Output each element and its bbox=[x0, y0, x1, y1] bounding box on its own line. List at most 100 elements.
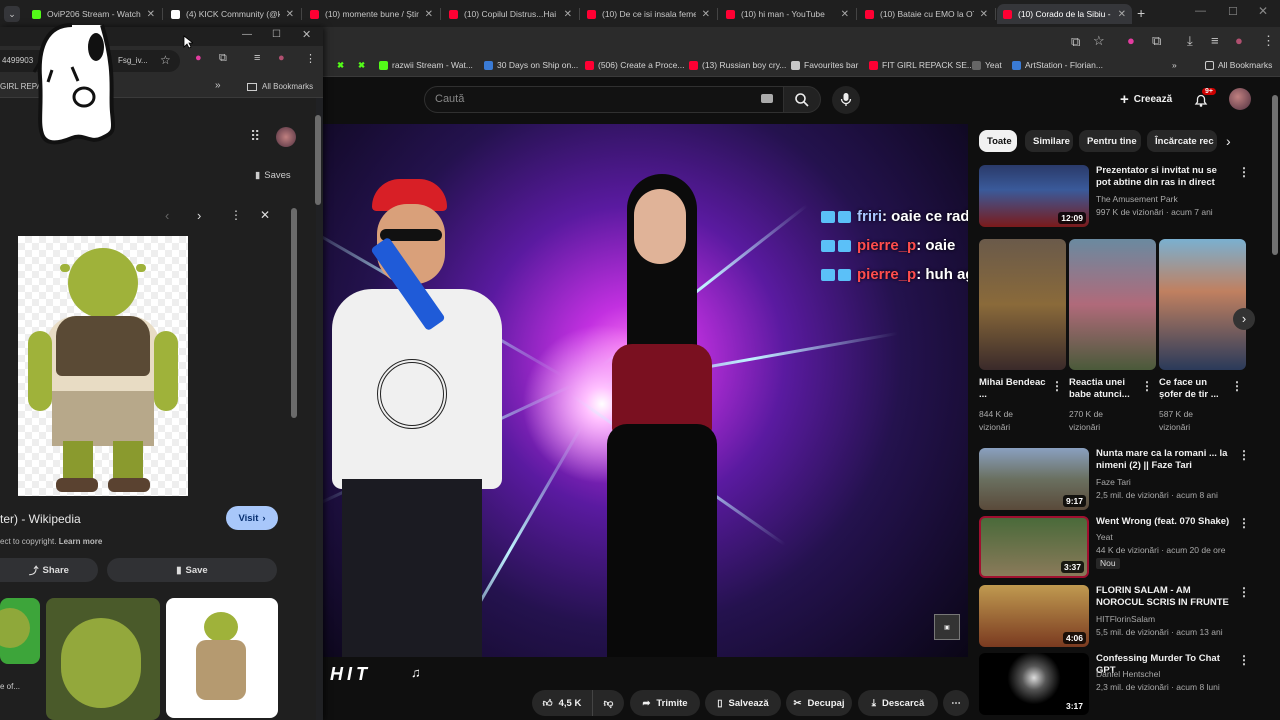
filter-chip[interactable]: Încărcate rec bbox=[1147, 130, 1217, 152]
download-icon[interactable]: ⤓ bbox=[1187, 33, 1193, 49]
video-thumbnail[interactable]: 3:17 bbox=[979, 653, 1089, 715]
bookmark-item[interactable]: (13) Russian boy cry... bbox=[689, 60, 786, 70]
related-image-2[interactable] bbox=[46, 598, 160, 720]
side-bookmarks-overflow-icon[interactable]: » bbox=[215, 80, 221, 91]
create-button[interactable]: + Creează bbox=[1112, 87, 1180, 111]
tab-close-icon[interactable]: ✕ bbox=[1118, 9, 1126, 20]
bookmark-item[interactable]: (506) Create a Proce... bbox=[585, 60, 684, 70]
bookmark-item[interactable]: 30 Days on Ship on... bbox=[484, 60, 578, 70]
extension-icon[interactable]: ● bbox=[1127, 33, 1135, 48]
side-media-icon[interactable]: ≡ bbox=[254, 52, 260, 64]
video-thumbnail[interactable]: 9:17 bbox=[979, 448, 1089, 510]
tab-search-button[interactable]: ⌄ bbox=[4, 6, 20, 22]
filter-chip[interactable]: Toate bbox=[979, 130, 1017, 152]
side-extension-icon[interactable]: ● bbox=[195, 52, 202, 64]
save-result-button[interactable]: ▮ Save bbox=[107, 558, 277, 582]
tab-close-icon[interactable]: ✕ bbox=[841, 9, 849, 20]
video-title[interactable]: Prezentator si invitat nu se pot abtine … bbox=[1096, 165, 1231, 189]
result-image-shrek[interactable] bbox=[18, 236, 188, 496]
browser-tab[interactable]: (10) Copilul Distrus...Hai n ✕ bbox=[443, 4, 578, 24]
search-input[interactable]: Caută bbox=[424, 86, 784, 113]
page-scrollbar[interactable] bbox=[1272, 95, 1278, 255]
result-more-icon[interactable]: ⋮ bbox=[230, 208, 242, 222]
browser-tab[interactable]: (10) Bataie cu EMO la OT ✕ bbox=[859, 4, 994, 24]
video-title[interactable]: Nunta mare ca la romani ... la nimeni (2… bbox=[1096, 448, 1231, 472]
dislike-button[interactable]: 👎︎ bbox=[592, 690, 624, 716]
media-control-icon[interactable]: ≡ bbox=[1211, 33, 1219, 48]
cast-icon[interactable]: ⧉ bbox=[1071, 34, 1080, 50]
related-image-3[interactable] bbox=[166, 598, 278, 718]
browser-tab[interactable]: (10) Corado de la Sibiu - ✕ bbox=[997, 4, 1132, 24]
close-result-icon[interactable]: ✕ bbox=[260, 208, 270, 222]
clip-button[interactable]: ✂ Decupaj bbox=[786, 690, 852, 716]
bookmark-item[interactable]: Yeat bbox=[972, 60, 1002, 70]
bookmark-icon-kick2[interactable]: ✖ bbox=[358, 60, 365, 71]
browser-tab[interactable]: (10) De ce isi insala femei ✕ bbox=[581, 4, 716, 24]
download-button[interactable]: ⤓ Descarcă bbox=[858, 690, 938, 716]
profile-avatar[interactable]: ● bbox=[1235, 33, 1243, 48]
all-bookmarks-folder[interactable]: All Bookmarks bbox=[1205, 60, 1272, 70]
side-profile-avatar[interactable]: ● bbox=[278, 52, 285, 64]
side-star-icon[interactable]: ☆ bbox=[160, 53, 171, 67]
filter-chip[interactable]: Pentru tine bbox=[1079, 130, 1141, 152]
video-menu-icon[interactable]: ⋮ bbox=[1238, 165, 1250, 179]
short-thumbnail[interactable] bbox=[1159, 239, 1246, 370]
video-thumbnail[interactable]: 4:06 bbox=[979, 585, 1089, 647]
browser-tab[interactable]: (4) KICK Community (@k ✕ bbox=[165, 4, 300, 24]
filter-chip[interactable]: Similare bbox=[1025, 130, 1073, 152]
like-button[interactable]: 👍︎ 4,5 K bbox=[532, 690, 592, 716]
tab-close-icon[interactable]: ✕ bbox=[425, 9, 433, 20]
tab-close-icon[interactable]: ✕ bbox=[702, 9, 710, 20]
chips-next-icon[interactable]: › bbox=[1226, 133, 1231, 149]
keyboard-icon[interactable] bbox=[761, 94, 773, 103]
google-account-avatar[interactable] bbox=[276, 127, 296, 147]
menu-icon[interactable]: ⋮ bbox=[1262, 33, 1275, 49]
browser-tab[interactable]: OviP206 Stream - Watch ✕ bbox=[26, 4, 161, 24]
more-actions-button[interactable]: ⋯ bbox=[943, 690, 969, 716]
short-title[interactable]: Mihai Bendeac ... bbox=[979, 377, 1047, 401]
panel-scrollbar[interactable] bbox=[291, 208, 297, 418]
maximize-button[interactable]: ☐ bbox=[1228, 5, 1238, 18]
tab-close-icon[interactable]: ✕ bbox=[286, 9, 294, 20]
tab-close-icon[interactable]: ✕ bbox=[980, 9, 988, 20]
short-thumbnail[interactable] bbox=[1069, 239, 1156, 370]
save-button[interactable]: ▯ Salvează bbox=[705, 690, 781, 716]
notifications-button[interactable]: 9+ bbox=[1191, 88, 1216, 111]
channel-name[interactable]: Yeat bbox=[1096, 532, 1113, 543]
channel-name[interactable]: Daniel Hentschel bbox=[1096, 669, 1160, 680]
search-button[interactable] bbox=[783, 86, 821, 113]
channel-name[interactable]: HITFlorinSalam bbox=[1096, 614, 1155, 625]
result-title[interactable]: ter) - Wikipedia bbox=[0, 512, 81, 526]
video-player[interactable]: friri: oaie ce rad pierre_p: oaie pierre_p… bbox=[322, 124, 968, 657]
bookmark-star-icon[interactable]: ☆ bbox=[1093, 33, 1105, 49]
video-menu-icon[interactable]: ⋮ bbox=[1238, 653, 1250, 667]
bookmarks-overflow-icon[interactable]: » bbox=[1172, 60, 1177, 70]
apps-grid-icon[interactable]: ⠿ bbox=[250, 128, 260, 145]
browser-tab[interactable]: (10) momente bune / Știri ✕ bbox=[304, 4, 439, 24]
video-thumbnail[interactable]: 3:37 bbox=[979, 516, 1089, 578]
side-puzzle-icon[interactable]: ⧉ bbox=[219, 52, 227, 65]
saves-button[interactable]: ▮ Saves bbox=[255, 170, 291, 181]
prev-result-icon[interactable]: ‹ bbox=[165, 208, 169, 223]
short-title[interactable]: Reactia unei babe atunci... bbox=[1069, 377, 1137, 401]
short-menu-icon[interactable]: ⋮ bbox=[1051, 379, 1063, 393]
next-result-icon[interactable]: › bbox=[197, 208, 201, 223]
short-menu-icon[interactable]: ⋮ bbox=[1231, 379, 1243, 393]
short-menu-icon[interactable]: ⋮ bbox=[1141, 379, 1153, 393]
visit-button[interactable]: Visit › bbox=[226, 506, 278, 530]
voice-search-button[interactable] bbox=[832, 86, 860, 114]
account-avatar[interactable] bbox=[1229, 88, 1251, 110]
video-menu-icon[interactable]: ⋮ bbox=[1238, 448, 1250, 462]
new-tab-button[interactable]: + bbox=[1137, 5, 1145, 21]
tab-close-icon[interactable]: ✕ bbox=[147, 9, 155, 20]
video-menu-icon[interactable]: ⋮ bbox=[1238, 516, 1250, 530]
browser-tab[interactable]: (10) hi man - YouTube ✕ bbox=[720, 4, 855, 24]
channel-name[interactable]: Faze Tari bbox=[1096, 477, 1131, 488]
bookmark-item[interactable]: razwii Stream - Wat... bbox=[379, 60, 473, 70]
video-thumbnail[interactable]: 12:09 bbox=[979, 165, 1089, 227]
bookmark-icon-kick1[interactable]: ✖ bbox=[337, 60, 344, 71]
learn-more-link[interactable]: Learn more bbox=[59, 537, 103, 546]
extensions-puzzle-icon[interactable]: ⧉ bbox=[1152, 33, 1161, 49]
share-button[interactable]: ⤴ Share bbox=[0, 558, 98, 582]
video-title[interactable]: FLORIN SALAM - AM NOROCUL SCRIS IN FRUNT… bbox=[1096, 585, 1231, 609]
